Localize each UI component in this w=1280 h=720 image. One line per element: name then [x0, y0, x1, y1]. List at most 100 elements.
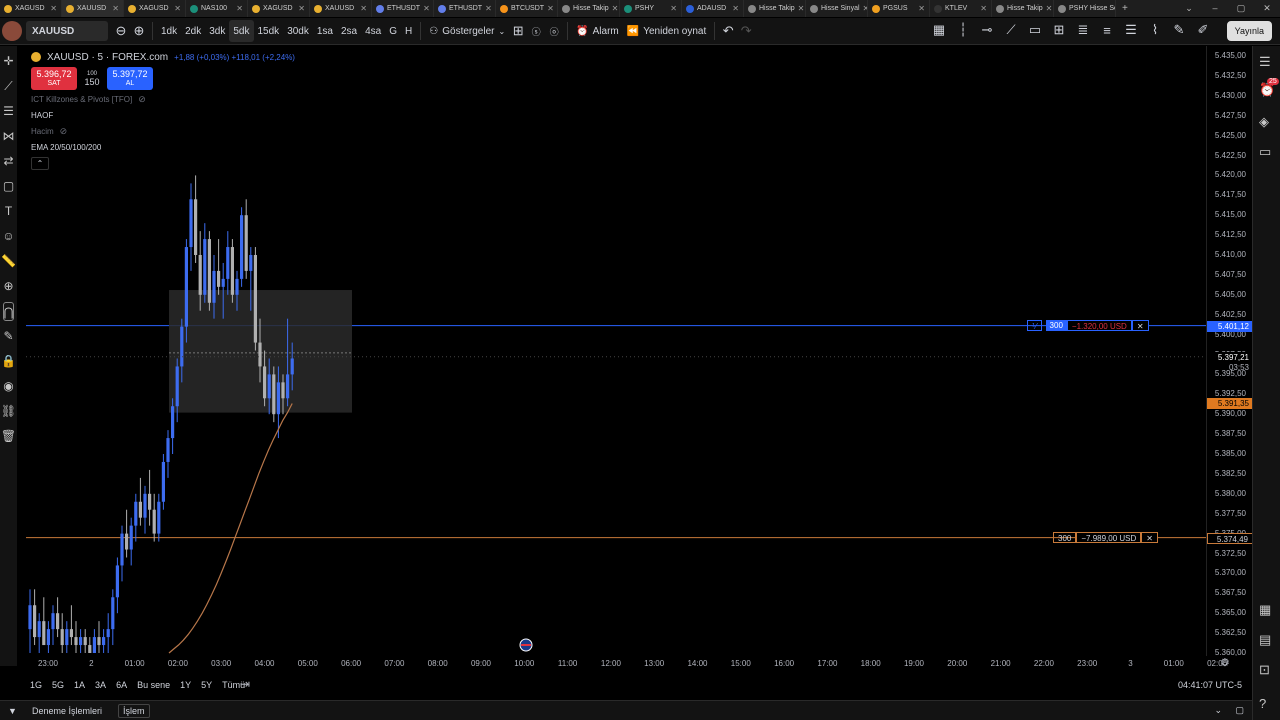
browser-tab[interactable]: ADAUSD ✕ — [682, 0, 744, 17]
browser-tab[interactable]: PSHY Hisse Senedi✕ — [1054, 0, 1116, 17]
range-button[interactable]: 6A — [112, 680, 131, 690]
range-button[interactable]: 5Y — [197, 680, 216, 690]
browser-tab[interactable]: NAS100 ✕ — [186, 0, 248, 17]
grid-icon[interactable]: ▦ — [930, 21, 948, 39]
browser-tab[interactable]: PSHY ✕ — [620, 0, 682, 17]
fib-icon[interactable]: ≣ — [1074, 21, 1092, 39]
timeframe-button[interactable]: 2dk — [181, 20, 205, 42]
browser-tab[interactable]: XAGUSD ✕ — [248, 0, 310, 17]
watchlist-icon[interactable]: ☰ — [1259, 54, 1271, 70]
news-icon[interactable]: ▤ — [1259, 632, 1271, 648]
price-axis[interactable]: 5.435,00 5.432,50 5.430,00 5.427,50 5.425,00… — [1206, 46, 1253, 657]
layout-icon[interactable]: ⊞ — [509, 22, 527, 40]
indicators-button[interactable]: ⚇ Göstergeler ⌄ — [425, 20, 509, 42]
browser-tab[interactable]: ETHUSDT ✕ — [434, 0, 496, 17]
tab-close-icon[interactable]: ✕ — [918, 4, 925, 13]
new-tab-icon[interactable]: + — [1116, 3, 1134, 14]
timeframe-button[interactable]: G — [385, 20, 401, 42]
tab-trade[interactable]: İşlem — [118, 703, 150, 718]
browser-tab[interactable]: KTLEV ✕ — [930, 0, 992, 17]
objects-icon[interactable]: ⓞ — [545, 22, 563, 40]
browser-tab[interactable]: XAGUSD ✕ — [0, 0, 62, 17]
timeframe-button[interactable]: 1dk — [157, 20, 181, 42]
clock-text[interactable]: 04:41:07 UTC-5 — [1178, 680, 1242, 690]
redo-icon[interactable]: ↷ — [737, 22, 755, 40]
tab-close-icon[interactable]: ✕ — [112, 4, 119, 13]
indicator-row-haof[interactable]: HAOF — [31, 108, 295, 122]
avatar[interactable] — [2, 21, 22, 41]
calendar-icon[interactable]: ▦ — [1259, 602, 1271, 618]
chat-icon[interactable]: ▭ — [1259, 144, 1271, 160]
help-icon[interactable]: ? — [1259, 696, 1266, 711]
crosshair-icon[interactable]: ✛ — [3, 52, 13, 71]
tab-paper-trading[interactable]: Deneme İşlemleri — [32, 706, 102, 716]
order-tag-1[interactable]: ⅟ 300 −1.320,00 USD ✕ — [1027, 320, 1149, 331]
tab-close-icon[interactable]: ✕ — [1046, 4, 1053, 13]
fib-tool-icon[interactable]: ☰ — [3, 102, 14, 121]
quantity-box[interactable]: 100 150 — [81, 71, 103, 87]
link-icon[interactable]: ⛓ — [1, 402, 16, 421]
timeframe-button[interactable]: 3dk — [205, 20, 229, 42]
layers-icon[interactable]: ◈ — [1259, 114, 1269, 130]
minimize-icon[interactable]: – — [1202, 0, 1228, 17]
collapse-legend-button[interactable]: ⌃ — [31, 157, 49, 170]
pen-icon[interactable]: ✐ — [1194, 21, 1212, 39]
order-close-handle[interactable]: ⅟ — [1027, 320, 1042, 331]
timeframe-button[interactable]: 4sa — [361, 20, 385, 42]
alert-button[interactable]: ⏰ Alarm — [572, 20, 623, 42]
text-tool-icon[interactable]: T — [5, 202, 12, 221]
browser-tab[interactable]: Hisse Takip ✕ — [558, 0, 620, 17]
zoom-icon[interactable]: ⊕ — [3, 277, 13, 296]
eye-off-icon[interactable]: ⊘ — [138, 94, 146, 105]
brush-icon[interactable]: ✎ — [1170, 21, 1188, 39]
rectangle-icon[interactable]: ▭ — [1026, 21, 1044, 39]
tab-close-icon[interactable]: ✕ — [547, 4, 554, 13]
range-button[interactable]: Bu sene — [133, 680, 174, 690]
tab-close-icon[interactable]: ✕ — [174, 4, 181, 13]
buy-button[interactable]: 5.397,72 AL — [107, 67, 153, 90]
tab-close-icon[interactable]: ✕ — [798, 4, 805, 13]
browser-tab[interactable]: Hisse Sinyal✕ — [806, 0, 868, 17]
tab-close-icon[interactable]: ✕ — [236, 4, 243, 13]
lock-icon[interactable]: 🔒 — [1, 352, 16, 371]
date-range-icon[interactable]: ⇥ — [240, 677, 250, 691]
browser-tab[interactable]: Hisse Takip ✕ — [744, 0, 806, 17]
channel-icon[interactable]: ≡ — [1098, 21, 1116, 39]
browser-tab[interactable]: XAUUSD ✕ — [62, 0, 124, 17]
eye-icon[interactable]: ◉ — [3, 377, 13, 396]
undo-icon[interactable]: ↶ — [719, 22, 737, 40]
trash-icon[interactable]: 🗑 — [1, 427, 16, 446]
timeframe-button[interactable]: 2sa — [337, 20, 361, 42]
magnet-icon[interactable]: ⋂ — [2, 302, 15, 321]
timeframe-button[interactable]: H — [401, 20, 416, 42]
tab-close-icon[interactable]: ✕ — [980, 4, 987, 13]
shape-tool-icon[interactable]: ▢ — [3, 177, 14, 196]
order-tag-2[interactable]: 300 −7.989,00 USD ✕ — [1053, 532, 1158, 543]
timeframe-button[interactable]: 5dk — [229, 20, 254, 42]
tab-close-icon[interactable]: ✕ — [360, 4, 367, 13]
replay-button[interactable]: ⏪ Yeniden oynat — [623, 20, 710, 42]
panel-maximize-icon[interactable]: ▢ — [1235, 705, 1244, 716]
browser-tab[interactable]: ETHUSDT ✕ — [372, 0, 434, 17]
indicator-row-ict[interactable]: ICT Killzones & Pivots [TFO] ⊘ — [31, 92, 295, 106]
timeframe-button[interactable]: 15dk — [254, 20, 284, 42]
indicator-row-volume[interactable]: Hacim ⊘ — [31, 124, 295, 138]
timeframe-button[interactable]: 30dk — [283, 20, 313, 42]
tab-close-icon[interactable]: ✕ — [485, 4, 492, 13]
sell-button[interactable]: 5.396,72 SAT — [31, 67, 77, 90]
table-icon[interactable]: ⊞ — [1050, 21, 1068, 39]
tab-close-icon[interactable]: ✕ — [423, 4, 430, 13]
compare-symbol-icon[interactable]: ⊖ — [112, 22, 130, 40]
maximize-icon[interactable]: ▢ — [1228, 0, 1254, 17]
trend-line-icon[interactable]: ⟋ — [1002, 21, 1020, 39]
order-close-icon[interactable]: ✕ — [1141, 532, 1158, 543]
emoji-tool-icon[interactable]: ☺ — [2, 227, 14, 246]
browser-tab[interactable]: Hisse Takip ✕ — [992, 0, 1054, 17]
browser-tab[interactable]: XAUUSD ✕ — [310, 0, 372, 17]
order-close-icon[interactable]: ✕ — [1131, 320, 1149, 331]
symbol-search-input[interactable]: XAUUSD — [26, 21, 108, 41]
range-button[interactable]: 5G — [48, 680, 68, 690]
browser-tab[interactable]: PGSUS ✕ — [868, 0, 930, 17]
browser-tab[interactable]: XAGUSD ✕ — [124, 0, 186, 17]
tab-search-icon[interactable]: ⌄ — [1176, 0, 1202, 17]
